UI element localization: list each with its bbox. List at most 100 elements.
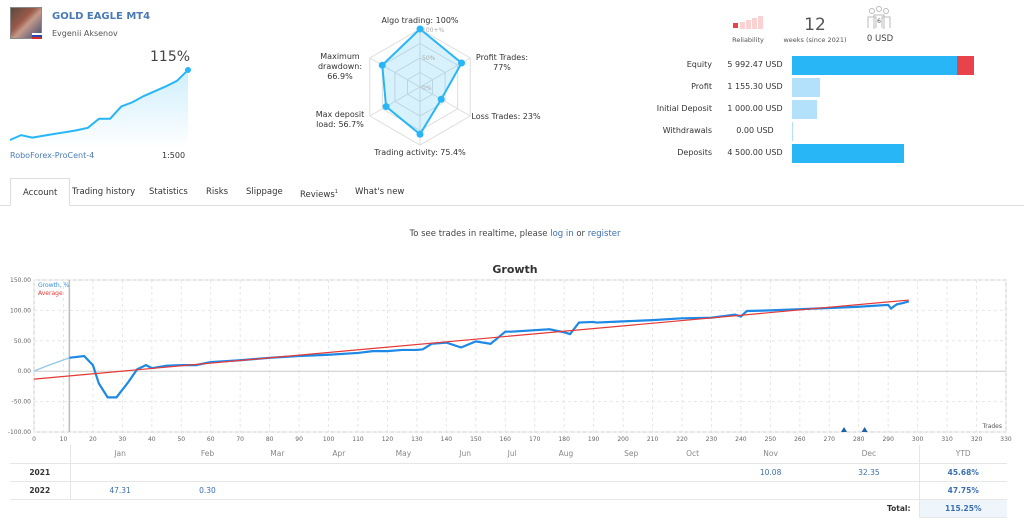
series-line-1 [69,300,910,399]
x-tick-label: 260 [794,436,806,443]
growth-sparkline [9,67,191,148]
column-header: YTD [918,445,1007,464]
y-tick-label: 0.00 [18,368,32,375]
radar-point [382,103,390,111]
tab-whats-new[interactable]: What's new [343,178,416,206]
x-tick-label: 270 [824,436,836,443]
table-row: 2021 10.08 32.35 45.68% [10,463,1007,482]
column-header: May [368,445,439,464]
month-cell [663,463,722,482]
month-cell [819,481,919,500]
sparkline-end-dot [185,67,191,73]
radar-polygon [381,27,463,136]
x-tick-label: 30 [119,436,127,443]
column-header: Jul [491,445,533,464]
stat-label: Initial Deposit [656,104,712,113]
x-tick-label: 280 [853,436,865,443]
radar-scale-100: 100+% [422,27,444,34]
table-row: 2022 47.31 0.30 47.75% [10,481,1007,500]
author-name-link[interactable]: Evgenii Aksenov [52,29,118,38]
ytd-cell: 45.68% [918,463,1007,482]
month-cell [599,481,664,500]
x-tick-label: 290 [882,436,894,443]
month-cell [663,481,722,500]
column-header [10,445,71,464]
broker-link[interactable]: RoboForex-ProCent-4 [10,151,94,160]
x-tick-label: 190 [588,436,600,443]
month-cell [368,463,439,482]
radar-point [437,95,445,103]
x-tick-label: 300 [912,436,924,443]
x-tick-label: 330 [1000,436,1012,443]
realtime-notice: To see trades in realtime, please log in… [0,229,1024,239]
stat-label: Profit [691,82,712,91]
deposit-marker [861,427,868,432]
x-axis-label: Trades [981,423,1002,430]
notice-text: To see trades in realtime, please [409,229,551,239]
stat-row-equity: Equity 5 992.47 USD [640,56,980,76]
y-tick-label: -50.00 [12,399,32,406]
tab-reviews-label: Reviews [300,189,335,200]
radar-label-drawdown: Maximum drawdown: 66.9% [317,52,363,81]
x-tick-label: 150 [470,436,482,443]
stat-bar [792,56,957,75]
column-header: Dec [819,445,919,464]
total-value: 115.25% [918,499,1007,518]
russia-flag-icon [32,33,42,39]
stat-label: Equity [686,60,712,69]
column-header: Aug [532,445,600,464]
x-tick-label: 160 [500,436,512,443]
month-cell[interactable]: 10.08 [721,463,820,482]
column-header: Mar [245,445,310,464]
radar-label-algo: Algo trading: 100% [381,16,459,25]
tab-reviews[interactable]: Reviews1 [288,178,350,206]
stat-bar [792,78,821,97]
month-cell [438,481,492,500]
subscribers-icon: 6 [867,6,891,29]
system-name-link[interactable]: GOLD EAGLE MT4 [52,11,150,22]
x-tick-label: 120 [382,436,394,443]
x-tick-label: 180 [558,436,570,443]
total-label: Total: [887,503,911,513]
y-tick-label: 150.00 [10,277,31,284]
subscribers-value: 0 USD [866,34,894,44]
stat-value: 0.00 USD [736,126,774,135]
login-link[interactable]: log in [550,229,573,239]
month-cell [368,481,439,500]
legend-average: Average [38,290,63,297]
reliability-icon [730,16,766,29]
radar-label-profit: Profit Trades: 77% [475,53,529,72]
x-tick-label: 40 [148,436,156,443]
stat-value: 5 992.47 USD [727,60,783,69]
x-tick-label: 10 [60,436,68,443]
tab-trading-history[interactable]: Trading history [60,178,147,206]
register-link[interactable]: register [588,229,621,239]
stat-row-initial-deposit: Initial Deposit 1 000.00 USD [640,100,980,120]
radar-scale-50: 50% [422,55,436,62]
stat-row-profit: Profit 1 155.30 USD [640,78,980,98]
column-header: Apr [309,445,369,464]
tab-statistics[interactable]: Statistics [137,178,200,206]
stat-bar [792,122,793,141]
x-tick-label: 210 [647,436,659,443]
weeks-label: weeks (since 2021) [783,36,847,44]
month-cell[interactable]: 47.31 [70,481,170,500]
stat-row-withdrawals: Withdrawals 0.00 USD [640,122,980,142]
month-cell [309,463,369,482]
month-cell [532,463,600,482]
month-cell[interactable]: 32.35 [819,463,919,482]
tab-slippage[interactable]: Slippage [234,178,295,206]
x-tick-label: 130 [411,436,423,443]
x-tick-label: 0 [32,436,36,443]
radar-chart: 100+% 50% 0% [369,25,471,146]
x-tick-label: 310 [941,436,953,443]
y-tick-label: 100.00 [10,307,31,314]
month-cell[interactable]: 0.30 [169,481,246,500]
x-tick-label: 240 [735,436,747,443]
x-tick-label: 140 [441,436,453,443]
x-tick-label: 80 [266,436,274,443]
stat-label: Withdrawals [662,126,712,135]
column-header: Jun [438,445,492,464]
growth-chart: 0 10 20 30 40 50 60 70 80 90 100 110 120 130 140 150 160… [8,277,1012,443]
column-header: Sep [599,445,664,464]
